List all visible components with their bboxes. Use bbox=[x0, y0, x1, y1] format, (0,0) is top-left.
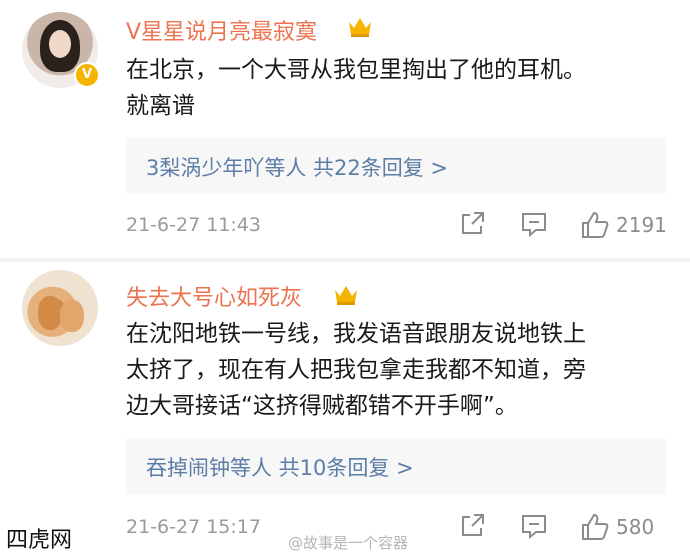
comment-text: 在北京，一个大哥从我包里掏出了他的耳机。 就离谱 bbox=[126, 52, 666, 124]
comment-1: V V星星说月亮最寂寞 在北京，一个大哥从我包里掏出了他的耳机。 就离谱 3梨涡… bbox=[0, 0, 690, 258]
replies-box[interactable]: 3梨涡少年吖等人 共22条回复 > bbox=[126, 138, 666, 194]
share-icon[interactable] bbox=[460, 210, 486, 236]
like-count: 580 bbox=[616, 515, 655, 539]
avatar-cat bbox=[38, 296, 62, 330]
comment-text-line: 在沈阳地铁一号线，我发语音跟朋友说地铁上 bbox=[126, 321, 586, 347]
verified-badge-icon: V bbox=[74, 62, 100, 88]
comment-text-line: 太挤了，现在有人把我包拿走我都不知道，旁 bbox=[126, 357, 586, 383]
username[interactable]: V星星说月亮最寂寞 bbox=[126, 14, 317, 46]
comment-text-line: 边大哥接话“这挤得贼都错不开手啊”。 bbox=[126, 393, 518, 419]
avatar[interactable] bbox=[22, 270, 98, 346]
replies-link[interactable]: 吞掉闹钟等人 共10条回复 > bbox=[146, 452, 414, 482]
comment-text-line: 就离谱 bbox=[126, 93, 195, 119]
timestamp: 21-6-27 15:17 bbox=[126, 516, 261, 538]
replies-link[interactable]: 3梨涡少年吖等人 共22条回复 > bbox=[146, 152, 448, 182]
comment-text: 在沈阳地铁一号线，我发语音跟朋友说地铁上 太挤了，现在有人把我包拿走我都不知道，… bbox=[126, 316, 666, 424]
share-icon[interactable] bbox=[460, 512, 486, 538]
like-count: 2191 bbox=[616, 213, 667, 237]
timestamp: 21-6-27 11:43 bbox=[126, 214, 261, 236]
username[interactable]: 失去大号心如死灰 bbox=[126, 280, 302, 312]
like-icon[interactable] bbox=[580, 512, 610, 542]
replies-box[interactable]: 吞掉闹钟等人 共10条回复 > bbox=[126, 438, 666, 494]
avatar-cat bbox=[60, 300, 84, 332]
crown-icon bbox=[335, 286, 357, 305]
comment-text-line: 在北京，一个大哥从我包里掏出了他的耳机。 bbox=[126, 57, 586, 83]
comment-2: 失去大号心如死灰 在沈阳地铁一号线，我发语音跟朋友说地铁上 太挤了，现在有人把我… bbox=[0, 262, 690, 556]
site-watermark: 四虎网 bbox=[2, 522, 77, 554]
avatar-face bbox=[49, 30, 71, 58]
watermark: @故事是一个容器 bbox=[288, 534, 409, 552]
crown-icon bbox=[349, 18, 371, 37]
like-icon[interactable] bbox=[580, 210, 610, 240]
comment-icon[interactable] bbox=[520, 512, 548, 540]
comment-icon[interactable] bbox=[520, 210, 548, 238]
